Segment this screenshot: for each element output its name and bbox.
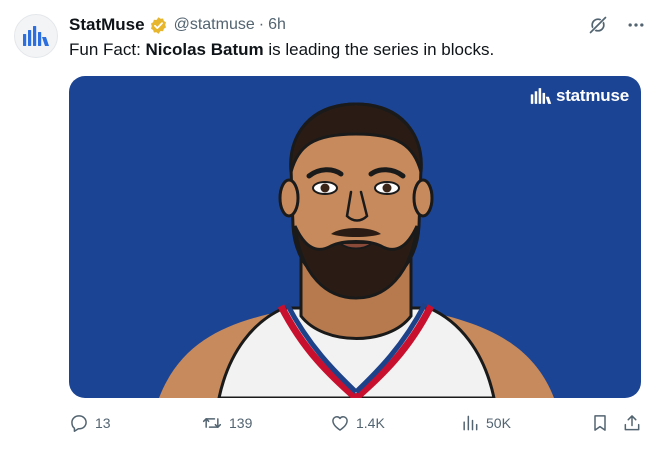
bookmark-button[interactable] [590,413,610,433]
separator-dot: · [258,16,265,33]
tweet-text: Fun Fact: Nicolas Batum is leading the s… [69,39,494,61]
header-actions [588,15,646,35]
like-icon [332,416,348,431]
tweet-media[interactable]: statmuse [69,76,641,398]
tweet-text-prefix: Fun Fact: [69,40,146,59]
bookmark-icon [594,415,606,431]
retweet-button[interactable]: 139 [201,413,252,433]
retweet-icon [202,418,222,428]
like-count: 1.4K [356,415,385,431]
player-name: Nicolas Batum [145,40,264,59]
tweet-header: StatMuse @statmuse · 6h [69,13,646,37]
watermark-text: statmuse [555,86,629,105]
views-icon [463,415,478,431]
views-button[interactable]: 50K [460,413,511,433]
reply-icon [71,415,87,432]
verified-badge-icon[interactable] [149,16,168,35]
avatar[interactable] [14,14,58,58]
retweet-count: 139 [229,415,253,431]
action-bar: 13 139 1.4K 50K [69,412,646,434]
timestamp[interactable]: 6h [268,16,286,34]
statmuse-watermark-logo-icon [530,88,552,104]
reply-button[interactable]: 13 [69,413,111,433]
tweet-text-suffix: is leading the series in blocks. [263,40,495,59]
handle[interactable]: @statmuse [174,16,255,34]
statmuse-logo-icon [23,26,49,46]
like-button[interactable]: 1.4K [330,413,385,433]
reply-count: 13 [95,415,111,431]
more-icon[interactable] [626,15,646,35]
display-name[interactable]: StatMuse [69,15,145,35]
grok-icon[interactable] [588,15,608,35]
player-illustration [159,102,554,398]
share-icon [624,415,640,431]
share-button[interactable] [622,413,642,433]
views-count: 50K [486,415,511,431]
statmuse-watermark: statmuse [530,86,629,106]
